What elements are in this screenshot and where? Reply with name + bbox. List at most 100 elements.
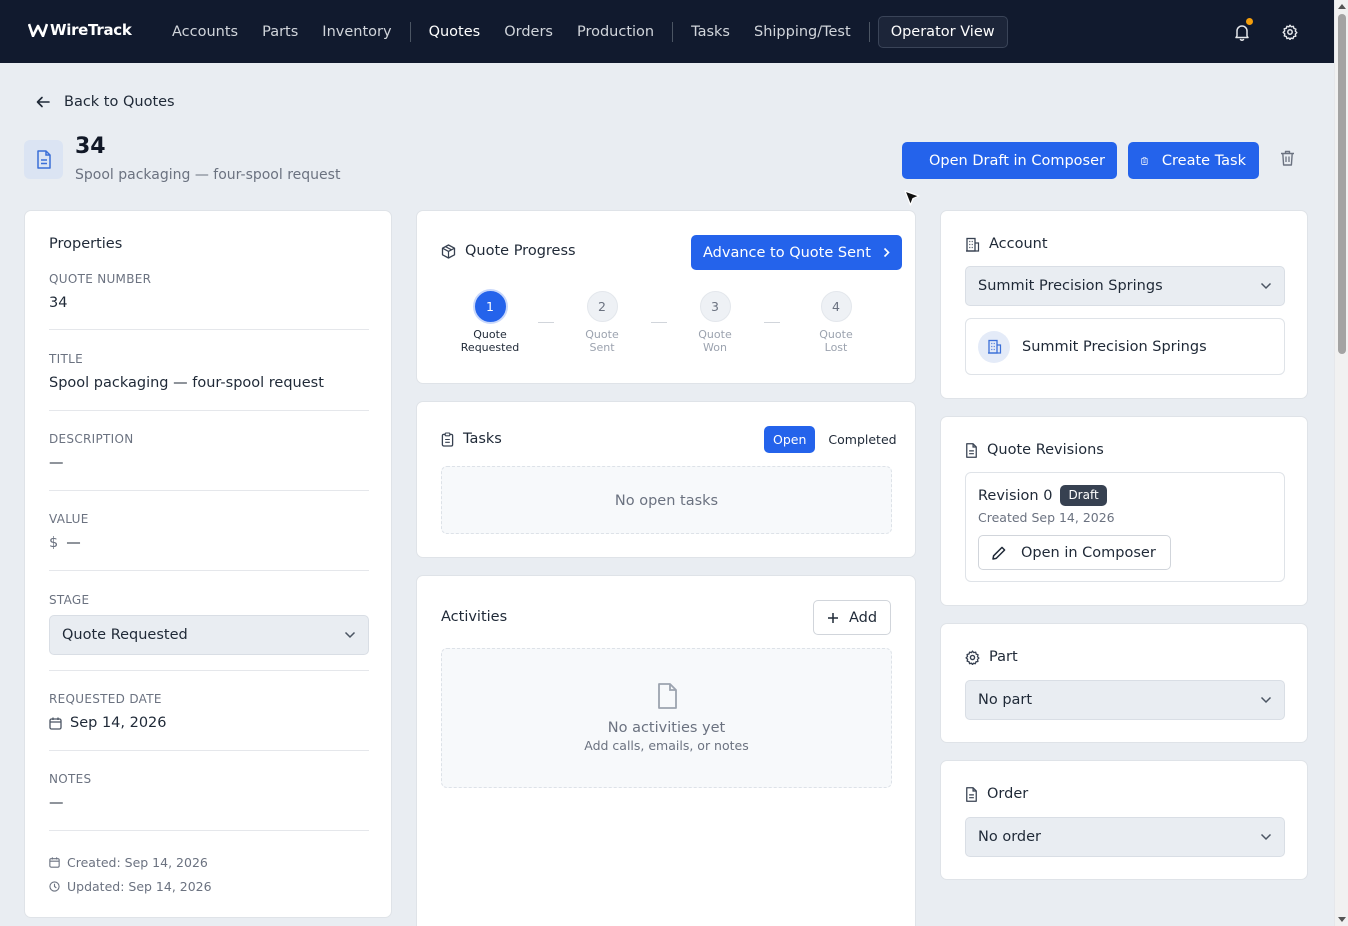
title-value[interactable]: Spool packaging — four-spool request — [49, 375, 369, 391]
order-card: Order No order — [940, 760, 1308, 880]
step-quote-requested[interactable]: 1 Quote Requested — [450, 291, 530, 354]
trash-icon — [1281, 150, 1294, 166]
open-in-composer-label: Open in Composer — [1021, 544, 1156, 561]
revisions-title: Quote Revisions — [987, 442, 1104, 458]
tab-completed[interactable]: Completed — [819, 426, 905, 453]
scroll-thumb[interactable] — [1338, 14, 1346, 354]
part-select[interactable]: No part — [965, 680, 1285, 720]
nav-quotes[interactable]: Quotes — [417, 17, 493, 47]
stage-field: STAGE Quote Requested — [49, 593, 369, 655]
order-title: Order — [987, 786, 1029, 802]
advance-to-quote-sent-button[interactable]: Advance to Quote Sent — [691, 235, 902, 270]
clock-icon — [49, 881, 60, 892]
nav-tasks[interactable]: Tasks — [679, 17, 742, 47]
advance-label: Advance to Quote Sent — [703, 244, 871, 261]
quote-number-value[interactable]: 34 — [49, 295, 369, 311]
step-quote-lost[interactable]: 4 Quote Lost — [796, 291, 876, 354]
chevron-down-icon — [1260, 282, 1272, 290]
step-label-line1: Quote — [819, 328, 853, 341]
title-label: TITLE — [49, 352, 83, 366]
divider — [49, 670, 369, 671]
revision-header: Revision 0 Draft — [978, 485, 1107, 506]
step-number: 4 — [820, 291, 852, 322]
calendar-icon — [49, 717, 62, 730]
back-label: Back to Quotes — [64, 94, 175, 110]
operator-view-button[interactable]: Operator View — [877, 16, 1008, 48]
add-activity-button[interactable]: Add — [813, 600, 892, 635]
add-label: Add — [849, 609, 878, 626]
scroll-down-arrow-icon[interactable] — [1338, 917, 1346, 922]
step-label-line2: Sent — [589, 341, 615, 354]
notifications-button[interactable] — [1231, 18, 1253, 43]
open-in-composer-button[interactable]: Open in Composer — [978, 535, 1171, 570]
scroll-up-arrow-icon[interactable] — [1338, 4, 1346, 9]
account-select[interactable]: Summit Precision Springs — [965, 266, 1285, 306]
top-navbar: WireTrack Accounts Parts Inventory Quote… — [0, 0, 1334, 63]
nav-inventory[interactable]: Inventory — [310, 17, 403, 47]
logo-mark-icon — [28, 23, 48, 37]
page-scrollbar[interactable] — [1334, 0, 1348, 926]
page-subtitle: Spool packaging — four-spool request — [75, 167, 341, 183]
nav-shipping-test[interactable]: Shipping/Test — [742, 17, 863, 47]
divider — [49, 410, 369, 411]
step-quote-won[interactable]: 3 Quote Won — [675, 291, 755, 354]
back-to-quotes-link[interactable]: Back to Quotes — [36, 94, 175, 110]
currency-symbol: $ — [49, 535, 59, 551]
create-task-button[interactable]: Create Task — [1128, 142, 1259, 179]
tab-open[interactable]: Open — [764, 426, 816, 453]
value-amount: — — [66, 535, 81, 551]
nav-divider — [409, 22, 411, 42]
step-label-line1: Quote — [585, 328, 619, 341]
requested-date-row[interactable]: Sep 14, 2026 — [49, 715, 369, 731]
notes-field: NOTES — — [49, 772, 369, 811]
description-field: DESCRIPTION — — [49, 432, 369, 471]
step-connector — [651, 322, 667, 323]
nav-accounts[interactable]: Accounts — [160, 17, 250, 47]
tasks-card: Tasks Open Completed No open tasks — [416, 401, 916, 558]
step-connector — [764, 322, 780, 323]
part-title: Part — [989, 649, 1018, 665]
gear-icon — [1282, 24, 1298, 40]
step-number: 3 — [699, 291, 731, 322]
value-row[interactable]: $ — — [49, 535, 369, 551]
wiretrack-logo[interactable]: WireTrack — [28, 21, 132, 39]
step-quote-sent[interactable]: 2 Quote Sent — [562, 291, 642, 354]
stage-select[interactable]: Quote Requested — [49, 615, 369, 655]
delete-quote-button[interactable] — [1280, 150, 1295, 170]
building-icon — [987, 339, 1001, 354]
nav-production[interactable]: Production — [565, 17, 666, 47]
description-value[interactable]: — — [49, 455, 369, 471]
notification-dot — [1246, 18, 1253, 25]
bell-icon — [1235, 24, 1249, 41]
account-card: Account Summit Precision Springs Summit … — [940, 210, 1308, 399]
gear-icon — [965, 649, 980, 665]
nav-parts[interactable]: Parts — [250, 17, 310, 47]
nav-orders[interactable]: Orders — [492, 17, 565, 47]
quote-number-label: QUOTE NUMBER — [49, 272, 152, 286]
settings-button[interactable] — [1279, 21, 1301, 43]
order-select[interactable]: No order — [965, 817, 1285, 857]
title-field: TITLE Spool packaging — four-spool reque… — [49, 352, 369, 391]
value-field: VALUE $ — — [49, 512, 369, 551]
chevron-down-icon — [1260, 833, 1272, 841]
building-icon — [966, 237, 980, 252]
arrow-left-icon — [36, 96, 50, 108]
notes-value[interactable]: — — [49, 795, 369, 811]
quote-document-tile — [24, 140, 63, 179]
order-header: Order — [965, 786, 1028, 802]
divider — [49, 490, 369, 491]
account-header: Account — [965, 236, 1048, 252]
clipboard-icon — [1141, 156, 1148, 165]
stage-label: STAGE — [49, 593, 90, 607]
revisions-header: Quote Revisions — [965, 442, 1104, 458]
open-draft-in-composer-button[interactable]: Open Draft in Composer — [902, 142, 1117, 179]
tasks-header: Tasks — [441, 431, 502, 447]
requested-date-value: Sep 14, 2026 — [70, 715, 167, 731]
file-icon — [657, 683, 677, 709]
activities-card: Activities Add No activities yet Add cal… — [416, 575, 916, 926]
created-meta: Created: Sep 14, 2026 — [49, 855, 208, 870]
quote-progress-header: Quote Progress — [441, 243, 576, 259]
linked-account-card[interactable]: Summit Precision Springs — [965, 318, 1285, 375]
created-text: Created: Sep 14, 2026 — [67, 855, 208, 870]
step-label: Quote Requested — [450, 328, 530, 354]
